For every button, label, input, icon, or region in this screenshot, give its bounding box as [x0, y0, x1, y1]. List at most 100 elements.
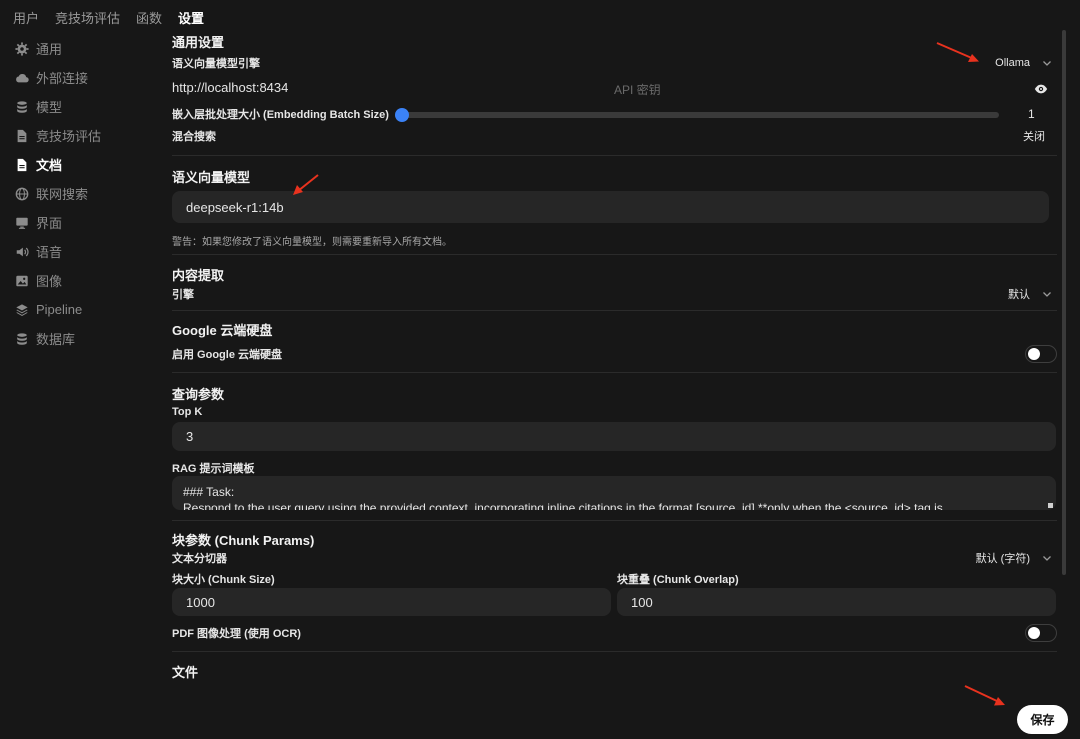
annotation-arrow: [964, 685, 1005, 706]
api-key-input[interactable]: API 密钥: [614, 81, 661, 98]
cloud-icon: [15, 71, 29, 85]
google-drive-title: Google 云端硬盘: [172, 323, 273, 338]
sidebar-item-images[interactable]: 图像: [15, 266, 155, 295]
sidebar-item-models[interactable]: 模型: [15, 92, 155, 121]
text-splitter-select[interactable]: 默认 (字符): [976, 550, 1052, 566]
sidebar-item-label: Pipeline: [36, 302, 83, 317]
batch-size-value: 1: [1028, 107, 1035, 121]
scrollbar[interactable]: [1062, 30, 1066, 575]
top-tabs: 用户 竞技场评估 函数 设置: [13, 8, 204, 27]
google-drive-enable-label: 启用 Google 云端硬盘: [172, 349, 282, 361]
divider: [172, 310, 1057, 311]
divider: [172, 651, 1057, 652]
pdf-ocr-label: PDF 图像处理 (使用 OCR): [172, 628, 301, 640]
google-drive-toggle[interactable]: [1025, 345, 1057, 363]
tab-settings[interactable]: 设置: [178, 8, 204, 27]
sidebar-item-label: 联网搜索: [36, 187, 89, 202]
text-splitter-value: 默认 (字符): [975, 553, 1030, 565]
textarea-resize-handle[interactable]: [1048, 503, 1053, 508]
text-splitter-row: 文本分切器 默认 (字符): [172, 550, 1057, 566]
embedding-engine-row: 语义向量模型引擎 Ollama: [172, 55, 1057, 71]
settings-sidebar: 通用 外部连接 模型 竞技场评估 文档 联网搜索 界面 语音 图像 Pipeli…: [15, 34, 155, 353]
sidebar-item-label: 语音: [36, 245, 63, 260]
hybrid-search-row: 混合搜索 关闭: [172, 128, 1057, 144]
top-k-label: Top K: [172, 406, 203, 418]
document-icon: [15, 129, 29, 143]
sidebar-item-interface[interactable]: 界面: [15, 208, 155, 237]
eye-icon[interactable]: [1034, 82, 1048, 96]
database-icon: [15, 100, 29, 114]
save-button[interactable]: 保存: [1017, 705, 1068, 734]
sidebar-item-connections[interactable]: 外部连接: [15, 63, 155, 92]
globe-icon: [15, 187, 29, 201]
divider: [172, 372, 1057, 373]
rag-template-line: ### Task:: [183, 485, 235, 499]
top-k-input[interactable]: 3: [172, 422, 1056, 451]
rag-template-textarea[interactable]: ### Task: Respond to the user query usin…: [172, 476, 1056, 510]
batch-size-slider-track[interactable]: [398, 112, 999, 118]
speaker-icon: [15, 245, 29, 259]
image-icon: [15, 274, 29, 288]
batch-size-slider-thumb[interactable]: [395, 108, 409, 122]
tab-arena[interactable]: 竞技场评估: [55, 8, 120, 27]
pdf-ocr-toggle[interactable]: [1025, 624, 1057, 642]
sidebar-item-audio[interactable]: 语音: [15, 237, 155, 266]
embedding-engine-select[interactable]: Ollama: [995, 57, 1052, 69]
query-params-title: 查询参数: [172, 387, 225, 402]
sidebar-item-web-search[interactable]: 联网搜索: [15, 179, 155, 208]
toggle-knob: [1028, 627, 1040, 639]
sidebar-item-label: 通用: [36, 42, 63, 57]
tab-users[interactable]: 用户: [13, 8, 39, 27]
tab-functions[interactable]: 函数: [136, 8, 162, 27]
sidebar-item-evaluations[interactable]: 竞技场评估: [15, 121, 155, 150]
embedding-model-title: 语义向量模型: [172, 170, 251, 185]
sidebar-item-general[interactable]: 通用: [15, 34, 155, 63]
chunk-overlap-label: 块重叠 (Chunk Overlap): [617, 574, 739, 586]
embedding-warning-text: 警告：如果您修改了语义向量模型，则需要重新导入所有文档。: [172, 237, 452, 248]
pdf-ocr-row: PDF 图像处理 (使用 OCR): [172, 624, 1057, 642]
sidebar-item-label: 界面: [36, 216, 63, 231]
sidebar-item-label: 文档: [36, 158, 63, 173]
extraction-engine-select[interactable]: 默认: [1008, 286, 1052, 302]
gear-icon: [15, 41, 29, 56]
database-icon: [15, 332, 29, 346]
extraction-engine-row: 引擎 默认: [172, 286, 1057, 302]
toggle-knob: [1028, 348, 1040, 360]
sidebar-item-database[interactable]: 数据库: [15, 324, 155, 353]
monitor-icon: [15, 216, 29, 230]
divider: [172, 254, 1057, 255]
embedding-engine-label: 语义向量模型引擎: [172, 58, 260, 70]
rag-template-label: RAG 提示词模板: [172, 463, 255, 475]
hybrid-search-toggle[interactable]: 关闭: [1023, 128, 1045, 144]
chevron-down-icon: [1043, 292, 1051, 297]
extraction-engine-value: 默认: [1008, 289, 1030, 301]
sidebar-item-label: 模型: [36, 100, 63, 115]
extraction-engine-label: 引擎: [172, 289, 194, 301]
sidebar-item-label: 外部连接: [36, 71, 89, 86]
files-section-title: 文件: [172, 665, 199, 680]
general-section-title: 通用设置: [172, 35, 225, 50]
chunk-params-title: 块参数 (Chunk Params): [172, 533, 315, 548]
google-drive-row: 启用 Google 云端硬盘: [172, 345, 1057, 363]
chunk-size-label: 块大小 (Chunk Size): [172, 574, 275, 586]
divider: [172, 155, 1057, 156]
chevron-down-icon: [1043, 556, 1051, 561]
text-splitter-label: 文本分切器: [172, 553, 227, 565]
divider: [172, 520, 1057, 521]
annotation-arrow: [936, 42, 979, 62]
chevron-down-icon: [1043, 61, 1051, 66]
hybrid-search-label: 混合搜索: [172, 131, 216, 143]
document-filled-icon: [15, 158, 29, 172]
sidebar-item-pipelines[interactable]: Pipeline: [15, 295, 155, 324]
ollama-url-input[interactable]: http://localhost:8434: [172, 80, 288, 95]
batch-size-label: 嵌入层批处理大小 (Embedding Batch Size): [172, 109, 389, 121]
sidebar-item-documents[interactable]: 文档: [15, 150, 155, 179]
layers-icon: [15, 303, 29, 317]
chunk-overlap-input[interactable]: 100: [617, 588, 1056, 616]
sidebar-item-label: 竞技场评估: [36, 129, 102, 144]
embedding-engine-value: Ollama: [995, 57, 1030, 69]
annotation-arrow: [293, 174, 319, 195]
chunk-size-input[interactable]: 1000: [172, 588, 611, 616]
rag-template-line: Respond to the user query using the prov…: [183, 501, 943, 510]
content-extraction-title: 内容提取: [172, 268, 225, 283]
